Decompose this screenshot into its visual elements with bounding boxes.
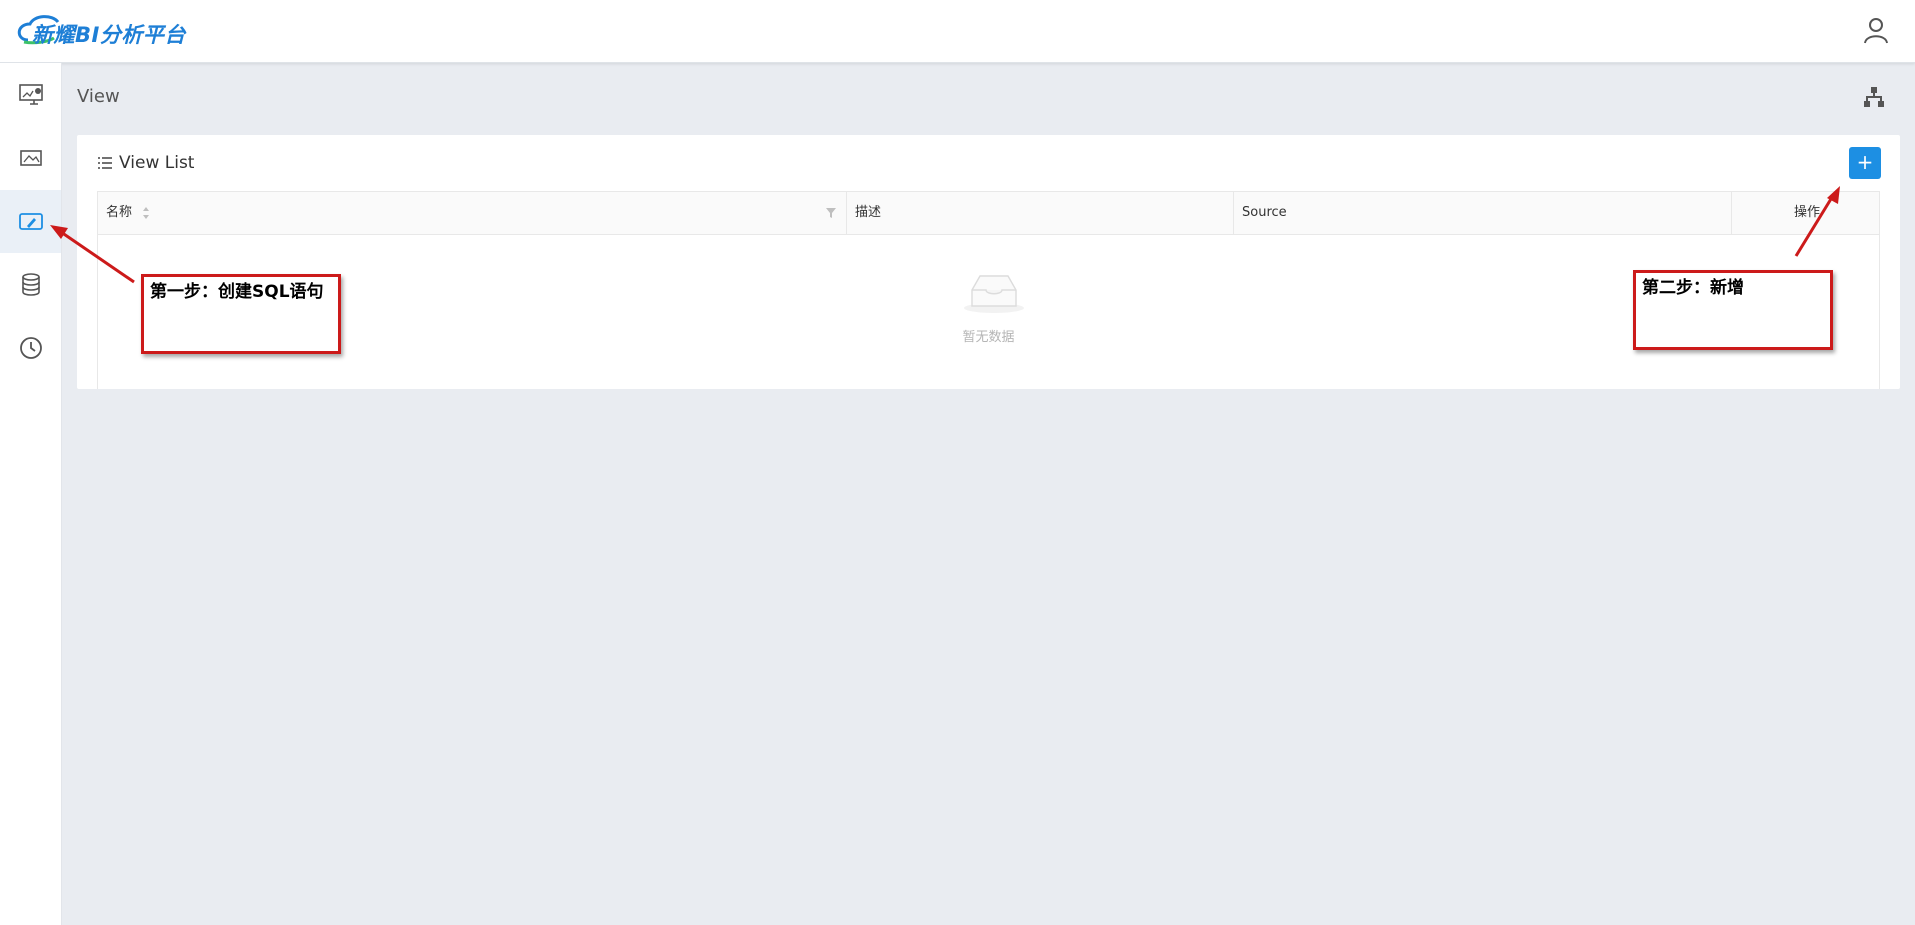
database-icon xyxy=(21,272,40,296)
sidebar-item-schedule[interactable] xyxy=(0,316,61,379)
column-source-label: Source xyxy=(1242,205,1287,220)
user-icon[interactable] xyxy=(1862,16,1890,44)
column-description-label: 描述 xyxy=(855,205,882,220)
card-title-text: View List xyxy=(119,153,195,173)
column-header-source: Source xyxy=(1233,192,1731,234)
top-bar: 新耀BI分析平台 xyxy=(0,0,1915,63)
add-view-button[interactable]: + xyxy=(1849,147,1881,179)
sidebar-item-source[interactable] xyxy=(0,253,61,316)
org-tree-icon[interactable] xyxy=(1862,85,1886,109)
view-list-card: View List + 名称 描述 Source 操作 暂无数据 xyxy=(77,135,1900,389)
edit-screen-icon xyxy=(18,212,43,230)
annotation-step2: 第二步：新增 xyxy=(1633,270,1833,350)
logo-text: 新耀BI分析平台 xyxy=(32,23,186,47)
clock-icon xyxy=(19,336,42,359)
annotation-step1: 第一步：创建SQL语句 xyxy=(141,274,341,354)
sidebar xyxy=(0,63,62,925)
column-header-name[interactable]: 名称 xyxy=(98,192,846,234)
sidebar-item-view[interactable] xyxy=(0,190,61,253)
filter-icon[interactable] xyxy=(826,208,836,218)
empty-state: 暂无数据 xyxy=(98,234,1879,389)
card-title: View List xyxy=(98,153,194,173)
sidebar-item-dashboard[interactable] xyxy=(0,63,61,126)
column-header-description: 描述 xyxy=(846,192,1233,234)
sort-icon[interactable] xyxy=(142,207,150,219)
view-table: 名称 描述 Source 操作 暂无数据 xyxy=(97,191,1880,389)
app-logo[interactable]: 新耀BI分析平台 xyxy=(14,12,186,48)
column-name-label: 名称 xyxy=(106,205,133,220)
column-header-actions: 操作 xyxy=(1731,192,1881,234)
image-frame-icon xyxy=(19,149,42,166)
breadcrumb: View xyxy=(77,86,120,107)
sidebar-item-widget[interactable] xyxy=(0,126,61,189)
column-actions-label: 操作 xyxy=(1794,205,1821,220)
list-icon xyxy=(98,157,112,169)
empty-text: 暂无数据 xyxy=(962,330,1015,345)
monitor-chart-icon xyxy=(18,83,43,105)
table-header: 名称 描述 Source 操作 xyxy=(98,192,1879,235)
empty-inbox-icon xyxy=(964,275,1024,313)
